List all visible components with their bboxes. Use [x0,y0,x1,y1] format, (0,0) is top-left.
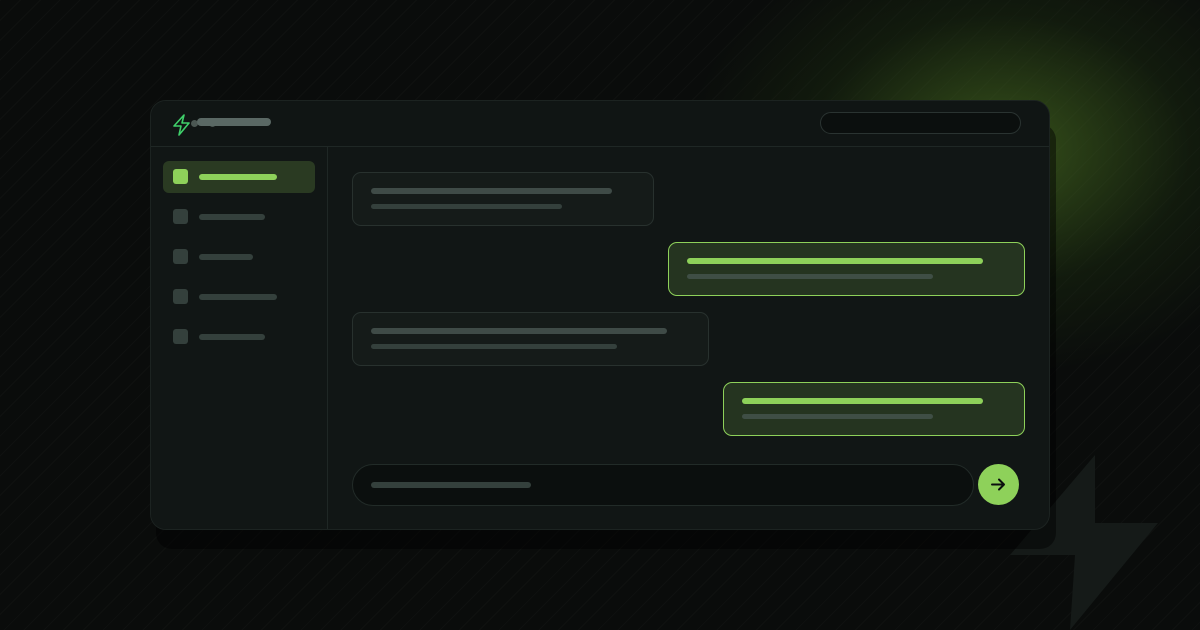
nav-item-label-placeholder [199,334,265,340]
message-text [353,173,354,174]
search-input[interactable] [820,112,1021,134]
nav-item-icon [173,249,188,264]
sidebar-item-1[interactable] [163,161,315,193]
sidebar-item-label [163,241,164,242]
incoming-message [352,172,654,226]
message-text-line [742,398,983,404]
message-text [724,383,725,384]
nav-item-icon [173,289,188,304]
sidebar-item-label [163,321,164,322]
message-text [669,243,670,244]
message-text [353,313,354,314]
sidebar-item-3[interactable] [163,241,315,273]
message-text-line [742,414,933,419]
message-input[interactable] [352,464,974,506]
message-input-placeholder [371,482,531,488]
top-bar [151,101,1049,147]
outgoing-message [723,382,1025,436]
nav-item-icon [173,209,188,224]
message-text-line [371,204,562,209]
incoming-message [352,312,709,366]
message-text-line [371,344,617,349]
outgoing-message [668,242,1025,296]
message-text-line [687,274,933,279]
sidebar [151,147,328,529]
message-text-line [371,328,667,334]
message-text-line [687,258,983,264]
app-window [150,100,1050,530]
message-input-value [353,465,354,466]
nav-item-icon [173,329,188,344]
sidebar-item-label [163,281,164,282]
arrow-right-icon [991,478,1005,491]
nav-item-label-placeholder [199,254,253,260]
nav-item-label-placeholder [199,174,277,180]
lightning-bolt-icon [173,114,190,136]
sidebar-item-5[interactable] [163,321,315,353]
message-text-line [371,188,612,194]
chat-panel [328,147,1049,529]
sidebar-item-2[interactable] [163,201,315,233]
sidebar-item-label [163,161,164,162]
app-title [197,118,271,126]
sidebar-item-4[interactable] [163,281,315,313]
nav-item-icon [173,169,188,184]
nav-item-label-placeholder [199,214,265,220]
nav-item-label-placeholder [199,294,277,300]
send-button[interactable] [978,464,1019,505]
sidebar-item-label [163,201,164,202]
